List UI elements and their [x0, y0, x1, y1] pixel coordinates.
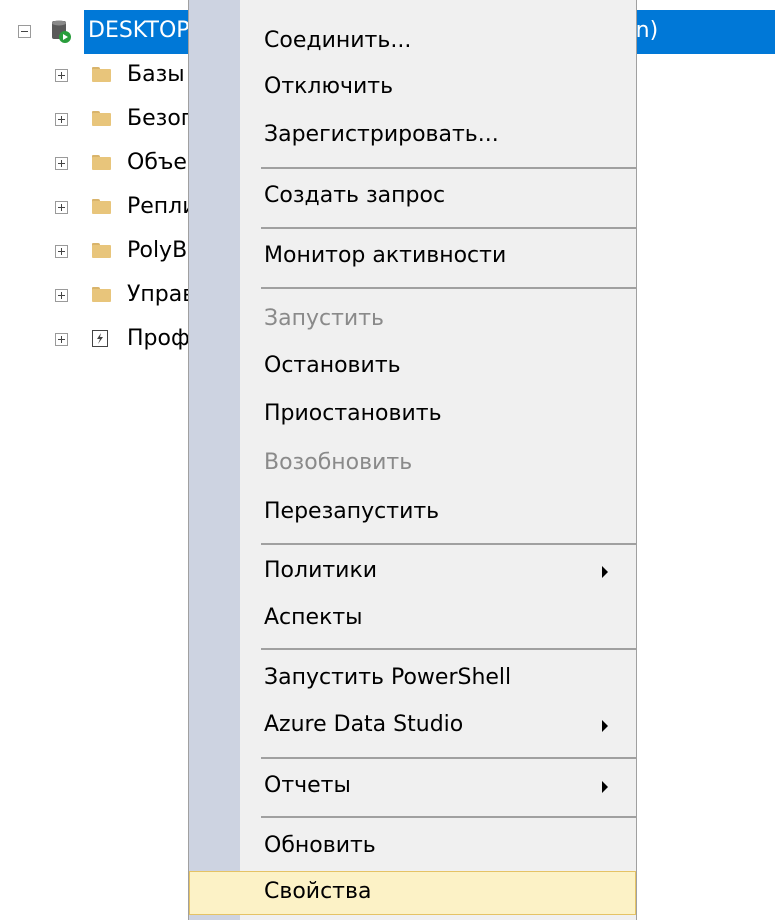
- menu-item-label: Перезапустить: [264, 499, 440, 524]
- expand-icon[interactable]: [55, 113, 68, 126]
- menu-item-label: Монитор активности: [264, 243, 507, 268]
- menu-item-disconnect[interactable]: Отключить: [189, 66, 636, 110]
- menu-item-label: Отчеты: [264, 773, 351, 798]
- submenu-arrow-icon: [602, 720, 608, 732]
- menu-item-label: Аспекты: [264, 605, 363, 630]
- menu-item-label: Создать запрос: [264, 183, 446, 208]
- menu-separator: [261, 757, 636, 759]
- folder-icon: [92, 287, 111, 302]
- expand-icon[interactable]: [55, 157, 68, 170]
- menu-item-label: Остановить: [264, 353, 401, 378]
- expand-icon[interactable]: [55, 201, 68, 214]
- menu-item-start: Запустить: [189, 298, 636, 342]
- menu-item-label: Возобновить: [264, 450, 413, 475]
- menu-separator: [261, 543, 636, 545]
- tree-node-xevent-profiler[interactable]: Профилировщик XEvent: [0, 317, 406, 361]
- menu-item-start-powershell[interactable]: Запустить PowerShell: [189, 657, 636, 701]
- menu-item-label: Свойства: [264, 879, 372, 904]
- context-menu: Соединить... Отключить Зарегистрировать.…: [188, 0, 637, 920]
- menu-item-properties[interactable]: Свойства: [189, 871, 636, 915]
- folder-icon: [92, 67, 111, 82]
- menu-item-facets[interactable]: Аспекты: [189, 597, 636, 641]
- menu-item-label: Зарегистрировать...: [264, 122, 499, 147]
- collapse-icon[interactable]: [18, 25, 31, 38]
- tree-node-databases[interactable]: Базы данных: [0, 53, 280, 97]
- menu-item-activity-monitor[interactable]: Монитор активности: [189, 235, 636, 279]
- folder-icon: [92, 243, 111, 258]
- tree-node-polybase[interactable]: PolyBase: [0, 229, 226, 273]
- menu-separator: [261, 648, 636, 650]
- xevent-profiler-icon: [92, 330, 108, 347]
- menu-item-resume: Возобновить: [189, 442, 636, 486]
- expand-icon[interactable]: [55, 333, 68, 346]
- menu-separator: [261, 816, 636, 818]
- menu-item-label: Azure Data Studio: [264, 712, 464, 737]
- tree-node-management[interactable]: Управление: [0, 273, 265, 317]
- folder-icon: [92, 155, 111, 170]
- server-connected-icon: [52, 20, 71, 43]
- menu-item-new-query[interactable]: Создать запрос: [189, 175, 636, 219]
- menu-item-reports[interactable]: Отчеты: [189, 765, 636, 809]
- folder-icon: [92, 111, 111, 126]
- menu-separator: [261, 227, 636, 229]
- submenu-arrow-icon: [602, 566, 608, 578]
- menu-item-label: Соединить...: [264, 28, 412, 53]
- menu-item-azure-data-studio[interactable]: Azure Data Studio: [189, 704, 636, 748]
- menu-item-label: Отключить: [264, 74, 394, 99]
- expand-icon[interactable]: [55, 289, 68, 302]
- menu-item-label: Обновить: [264, 833, 376, 858]
- menu-item-label: Запустить: [264, 306, 384, 331]
- expand-icon[interactable]: [55, 69, 68, 82]
- expand-icon[interactable]: [55, 245, 68, 258]
- menu-item-policies[interactable]: Политики: [189, 550, 636, 594]
- menu-separator: [261, 167, 636, 169]
- tree-node-security[interactable]: Безопасность: [0, 97, 286, 141]
- menu-item-label: Запустить PowerShell: [264, 665, 512, 690]
- menu-item-register[interactable]: Зарегистрировать...: [189, 114, 636, 158]
- menu-item-stop[interactable]: Остановить: [189, 345, 636, 389]
- menu-item-label: Политики: [264, 558, 378, 583]
- menu-item-connect[interactable]: Соединить...: [189, 20, 636, 64]
- folder-icon: [92, 199, 111, 214]
- menu-separator: [261, 287, 636, 289]
- menu-item-label: Приостановить: [264, 401, 442, 426]
- tree-node-server-objects[interactable]: Объекты сервера: [0, 141, 331, 185]
- menu-item-pause[interactable]: Приостановить: [189, 393, 636, 437]
- submenu-arrow-icon: [602, 781, 608, 793]
- menu-item-restart[interactable]: Перезапустить: [189, 491, 636, 535]
- menu-item-refresh[interactable]: Обновить: [189, 825, 636, 869]
- tree-node-replication[interactable]: Репликация: [0, 185, 266, 229]
